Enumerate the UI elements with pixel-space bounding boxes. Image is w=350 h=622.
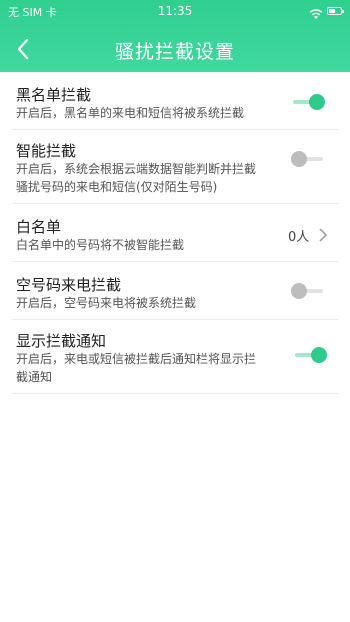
chevron-right-icon	[318, 227, 328, 242]
blacklist-toggle[interactable]	[293, 94, 325, 110]
page-title: 骚扰拦截设置	[114, 41, 235, 63]
setting-row-whitelist[interactable]: 白名单 白名单中的号码将不被智能拦截 0人	[12, 204, 338, 262]
whitelist-title: 白名单	[16, 218, 62, 236]
smart-description-line2: 骚扰号码的来电和短信(仅对陌生号码)	[16, 180, 218, 194]
whitelist-description: 白名单中的号码将不被智能拦截	[16, 238, 185, 252]
setting-row-notify[interactable]: 显示拦截通知 开启后，来电或短信被拦截后通知栏将显示拦 截通知	[12, 320, 338, 394]
smart-description-line1: 开启后，系统会根据云端数据智能判断并拦截	[16, 162, 257, 176]
blacklist-title: 黑名单拦截	[16, 86, 92, 104]
empty-number-title: 空号码来电拦截	[16, 276, 122, 294]
battery-icon	[327, 7, 344, 15]
notify-description-line1: 开启后，来电或短信被拦截后通知栏将显示拦	[16, 352, 257, 366]
clock: 11:35	[157, 4, 193, 18]
notify-description-line2: 截通知	[16, 370, 53, 384]
whitelist-count: 0人	[288, 230, 310, 245]
setting-row-empty-number[interactable]: 空号码来电拦截 开启后，空号码来电将被系统拦截	[12, 262, 338, 320]
status-bar: 无 SIM 卡 11:35	[0, 0, 350, 24]
setting-row-blacklist[interactable]: 黑名单拦截 开启后，黑名单的来电和短信将被系统拦截	[12, 72, 338, 130]
wifi-icon	[309, 5, 323, 19]
setting-row-smart[interactable]: 智能拦截 开启后，系统会根据云端数据智能判断并拦截 骚扰号码的来电和短信(仅对陌…	[12, 130, 338, 204]
smart-toggle[interactable]	[291, 151, 323, 167]
empty-number-toggle[interactable]	[291, 283, 323, 299]
notify-title: 显示拦截通知	[16, 332, 107, 350]
smart-title: 智能拦截	[16, 142, 77, 160]
notify-toggle[interactable]	[295, 347, 327, 363]
settings-list: 黑名单拦截 开启后，黑名单的来电和短信将被系统拦截 智能拦截 开启后，系统会根据…	[0, 72, 350, 394]
empty-number-description: 开启后，空号码来电将被系统拦截	[16, 296, 197, 310]
blacklist-description: 开启后，黑名单的来电和短信将被系统拦截	[16, 106, 245, 120]
header-bar: 无 SIM 卡 11:35 骚扰拦截设置	[0, 0, 350, 72]
